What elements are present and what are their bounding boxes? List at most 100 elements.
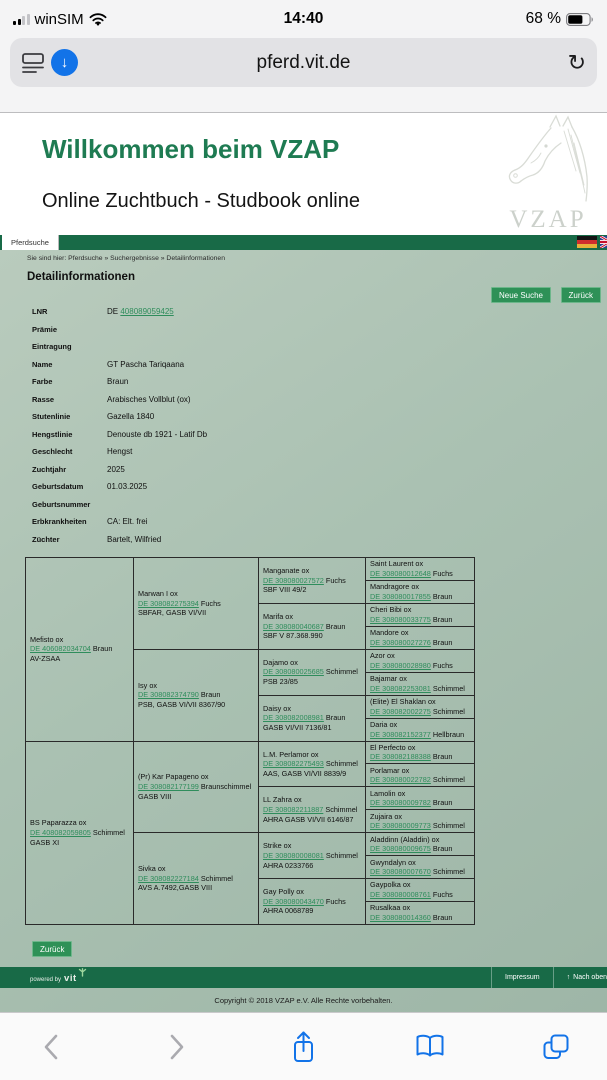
horse-id-link[interactable]: DE 308080014360	[370, 913, 431, 922]
horse-name: Isy ox	[138, 681, 254, 691]
horse-id-link[interactable]: DE 308080009782	[370, 798, 431, 807]
horse-id-link[interactable]: DE 308080012648	[370, 569, 431, 578]
pedigree-cell: Lamolin oxDE 308080009782 Braun	[366, 786, 474, 809]
horse-id-link[interactable]: DE 308080022782	[370, 775, 431, 784]
horse-id-line: DE 308080033775 Braun	[370, 615, 470, 625]
back-nav-button[interactable]	[34, 1027, 68, 1067]
horse-name: Daisy ox	[263, 704, 361, 714]
main-nav: Pferdsuche	[0, 235, 607, 250]
horse-id-link[interactable]: DE 308082002275	[370, 707, 431, 716]
horse-registry: GASB XI	[30, 838, 129, 848]
address-bar[interactable]: pferd.vit.de ↓ ↻	[10, 38, 597, 87]
field-value: Bartelt, Wilfried	[107, 535, 161, 544]
field-value: Braun	[107, 377, 128, 386]
detail-field-row: ZüchterBartelt, Wilfried	[32, 535, 592, 553]
to-top-link[interactable]: ↑ Nach oben	[553, 967, 607, 988]
horse-id-link[interactable]: DE 308080027572	[263, 576, 324, 585]
url-text: pferd.vit.de	[70, 52, 537, 74]
horse-id-link[interactable]: DE 308080017855	[370, 592, 431, 601]
horse-id-link[interactable]: DE 408082059805	[30, 828, 91, 837]
horse-id-line: DE 308080009675 Braun	[370, 844, 470, 854]
field-value: 2025	[107, 465, 125, 474]
horse-id-link[interactable]: DE 308080033775	[370, 615, 431, 624]
horse-registry: AHRA 0068789	[263, 906, 361, 916]
horse-name: Dajamo ox	[263, 658, 361, 668]
share-icon	[290, 1030, 317, 1064]
horse-id-link[interactable]: DE 308082211887	[263, 805, 323, 814]
field-label: Farbe	[32, 377, 107, 386]
horse-id-link[interactable]: DE 308080008761	[370, 890, 431, 899]
horse-id-line: DE 308082275493 Schimmel	[263, 759, 361, 769]
field-label: Zuchtjahr	[32, 465, 107, 474]
uk-flag-icon[interactable]	[600, 236, 607, 248]
back-button-top[interactable]: Zurück	[561, 287, 601, 303]
share-button[interactable]	[287, 1027, 321, 1067]
pedigree-cell: BS Paparazza oxDE 408082059805 SchimmelG…	[26, 741, 133, 925]
horse-name: Manganate ox	[263, 566, 361, 576]
detail-field-row: ErbkrankheitenCA: Elt. frei	[32, 517, 592, 535]
horse-id-link[interactable]: DE 308080027276	[370, 638, 431, 647]
detail-field-row: Geburtsnummer	[32, 500, 592, 518]
horse-id-link[interactable]: DE 308082227184	[138, 874, 199, 883]
horse-id-link[interactable]: DE 308082374790	[138, 690, 199, 699]
german-flag-icon[interactable]	[577, 236, 597, 248]
tabs-button[interactable]	[539, 1027, 573, 1067]
horse-id-link[interactable]: DE 406082034704	[30, 644, 91, 653]
tab-pferdesuche[interactable]: Pferdsuche	[2, 235, 59, 250]
forward-nav-button[interactable]	[160, 1027, 194, 1067]
horse-id-link[interactable]: DE 308082188388	[370, 752, 431, 761]
field-value: Hengst	[107, 447, 132, 456]
reader-icon[interactable]	[21, 51, 45, 75]
horse-id-link[interactable]: DE 308082275493	[263, 759, 324, 768]
field-label: Rasse	[32, 395, 107, 404]
field-label: Erbkrankheiten	[32, 517, 107, 526]
pedigree-cell: Cheri Bibi oxDE 308080033775 Braun	[366, 603, 474, 626]
lnr-link[interactable]: 408089059425	[120, 307, 173, 316]
field-value: Denouste db 1921 - Latif Db	[107, 430, 207, 439]
bookmarks-button[interactable]	[413, 1027, 447, 1067]
horse-id-link[interactable]: DE 308080009773	[370, 821, 431, 830]
horse-name: El Perfecto ox	[370, 743, 470, 753]
horse-id-line: DE 308080025685 Schimmel	[263, 667, 361, 677]
new-search-button[interactable]: Neue Suche	[491, 287, 551, 303]
browser-toolbar	[0, 1012, 607, 1080]
horse-name: Marifa ox	[263, 612, 361, 622]
detail-field-row: Prämie	[32, 325, 592, 343]
pedigree-cell: Dajamo oxDE 308080025685 SchimmelPSB 23/…	[259, 649, 365, 695]
horse-id-line: DE 308082275394 Fuchs	[138, 599, 254, 609]
field-label: Name	[32, 360, 107, 369]
horse-id-link[interactable]: DE 308082008981	[263, 713, 324, 722]
horse-id-link[interactable]: DE 308080043470	[263, 897, 324, 906]
horse-id-link[interactable]: DE 308082275394	[138, 599, 199, 608]
horse-id-link[interactable]: DE 308080028980	[370, 661, 431, 670]
horse-registry: SBFAR, GASB VI/VII	[138, 608, 254, 618]
horse-id-link[interactable]: DE 308082253081	[370, 684, 431, 693]
page-content: Sie sind hier: Pferdsuche » Suchergebnis…	[0, 250, 607, 1012]
horse-id-link[interactable]: DE 308082177199	[138, 782, 199, 791]
pedigree-cell: Marwan I oxDE 308082275394 FuchsSBFAR, G…	[134, 558, 258, 649]
horse-id-link[interactable]: DE 308080007670	[370, 867, 431, 876]
horse-id-link[interactable]: DE 308080008081	[263, 851, 324, 860]
browser-chrome: winSIM 14:40 68 % pferd.vit.de	[0, 0, 607, 113]
horse-id-line: DE 308080017855 Braun	[370, 592, 470, 602]
horse-id-line: DE 308080012648 Fuchs	[370, 569, 470, 579]
field-value: 01.03.2025	[107, 482, 147, 491]
horse-id-link[interactable]: DE 308082152377	[370, 730, 431, 739]
reload-icon[interactable]: ↻	[568, 52, 586, 74]
horse-registry: PSB 23/85	[263, 677, 361, 687]
vit-logo: vit	[64, 973, 77, 984]
pedigree-cell: Zujaira oxDE 308080009773 Schimmel	[366, 809, 474, 832]
back-button-bottom[interactable]: Zurück	[32, 941, 72, 957]
pedigree-gen-4: Saint Laurent oxDE 308080012648 FuchsMan…	[365, 558, 474, 924]
impressum-link[interactable]: Impressum	[491, 967, 553, 988]
detail-fields: LNRDE 408089059425PrämieEintragungNameGT…	[32, 307, 592, 552]
horse-id-link[interactable]: DE 308080040687	[263, 622, 324, 631]
horse-name: Porlamar ox	[370, 766, 470, 776]
horse-id-line: DE 308080027276 Braun	[370, 638, 470, 648]
horse-id-link[interactable]: DE 308080009675	[370, 844, 431, 853]
vzap-logo-text: VZAP	[493, 206, 603, 234]
horse-id-link[interactable]: DE 308080025685	[263, 667, 324, 676]
chevron-right-icon	[166, 1032, 188, 1062]
field-label: Hengstlinie	[32, 430, 107, 439]
download-icon[interactable]: ↓	[51, 49, 78, 76]
